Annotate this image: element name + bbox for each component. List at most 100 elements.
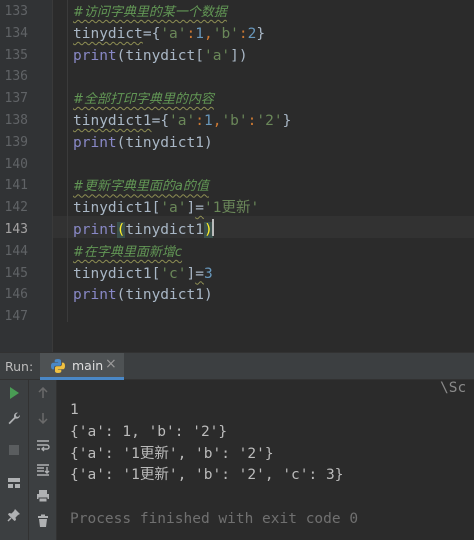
code-token: 'b' — [221, 113, 248, 129]
tab-main[interactable]: main × — [40, 353, 124, 380]
run-toolbar-left — [0, 380, 28, 540]
play-icon[interactable] — [4, 383, 24, 403]
code-token: [ — [195, 47, 204, 64]
code-token: 'b' — [212, 25, 239, 42]
layout-icon[interactable] — [4, 473, 24, 493]
arrow-down-icon[interactable] — [33, 408, 53, 428]
line-number: 139 — [4, 134, 28, 150]
code-line[interactable]: tinydict1['a']='1更新' — [73, 197, 259, 219]
code-token: 1 — [203, 113, 213, 129]
code-token: } — [256, 25, 266, 42]
code-token: 1 — [195, 25, 204, 42]
line-number: 141 — [4, 178, 28, 194]
console-output-line: 1 — [70, 402, 79, 418]
line-number: 143 — [4, 222, 28, 237]
code-token: #在字典里面新增c — [73, 244, 183, 260]
run-label: Run: — [5, 359, 34, 374]
code-token: tinydict — [73, 25, 143, 42]
code-token: #访问字典里的某一个数据 — [73, 5, 227, 20]
line-number: 144 — [4, 243, 28, 259]
wrench-icon[interactable] — [4, 408, 24, 428]
code-token: 'a' — [160, 25, 187, 42]
print-icon[interactable] — [33, 486, 53, 506]
code-token: } — [282, 113, 292, 129]
run-toolbar-right — [28, 380, 57, 540]
code-token: : — [186, 25, 196, 42]
run-tool-window-header: Run: main × — [0, 352, 474, 380]
code-line[interactable]: print(tinydict1) — [73, 284, 213, 306]
line-number: 135 — [4, 47, 28, 63]
code-token: ]) — [230, 47, 248, 64]
console-output-line: {'a': 1, 'b': '2'} — [70, 423, 228, 440]
scroll-to-end-icon[interactable] — [33, 460, 53, 480]
process-exit-message: Process finished with exit code 0 — [70, 511, 359, 527]
code-token: tinydict1 — [73, 113, 152, 129]
code-token: { — [151, 25, 161, 42]
code-token: [ — [151, 200, 161, 217]
code-token: tinydict1 — [125, 287, 204, 304]
code-editor[interactable]: 133 134 135 136 137 138 139 140 141 142 143 144 145 1… — [0, 0, 474, 352]
code-line[interactable]: #更新字典里面的a的值 — [73, 175, 209, 197]
trash-icon[interactable] — [33, 511, 53, 531]
code-token: tinydict — [125, 47, 196, 64]
console-output-line: {'a': '1更新', 'b': '2', 'c': 3} — [70, 467, 344, 484]
line-number: 134 — [4, 25, 28, 41]
code-token: = — [195, 200, 204, 217]
code-token: #更新字典里面的a的值 — [73, 179, 209, 195]
code-token: 'a' — [169, 113, 196, 129]
code-token: '2' — [256, 113, 283, 129]
python-icon — [51, 359, 65, 373]
code-line[interactable]: #在字典里面新增c — [73, 241, 182, 263]
code-token: print — [73, 47, 117, 64]
pin-icon[interactable] — [4, 505, 24, 525]
code-token: 3 — [203, 265, 213, 282]
code-token: print — [73, 287, 117, 304]
code-token: = — [142, 25, 152, 42]
code-token: = — [151, 113, 161, 129]
code-token: ] — [186, 265, 196, 282]
code-line[interactable]: #全部打印字典里的内容 — [73, 88, 214, 110]
line-number: 137 — [4, 91, 28, 107]
code-line[interactable]: print(tinydict1) — [73, 132, 213, 154]
code-token: ) — [203, 134, 213, 151]
code-line[interactable]: print(tinydict1) — [73, 219, 213, 241]
close-icon[interactable]: × — [105, 356, 117, 372]
line-number: 145 — [4, 265, 28, 281]
code-token: print — [73, 222, 117, 238]
line-number: 140 — [4, 156, 28, 172]
line-number: 133 — [4, 4, 28, 19]
code-token: , — [203, 25, 213, 42]
code-token: tinydict1 — [73, 200, 152, 217]
code-token: : — [238, 25, 248, 42]
code-token: { — [160, 113, 170, 129]
line-number: 147 — [4, 309, 28, 325]
console-output-line: {'a': '1更新', 'b': '2'} — [70, 445, 274, 462]
code-line[interactable]: print(tinydict['a']) — [73, 45, 248, 67]
code-line[interactable]: tinydict={'a':1,'b':2} — [73, 23, 265, 45]
code-line[interactable]: tinydict1['c']=3 — [73, 263, 213, 285]
line-number: 138 — [4, 113, 28, 128]
soft-wrap-icon[interactable] — [33, 435, 53, 455]
code-token: 'c' — [160, 265, 187, 282]
line-number: 136 — [4, 69, 28, 85]
tab-main-label: main — [72, 358, 104, 373]
code-token: '1更新' — [203, 200, 260, 217]
code-token: = — [195, 265, 204, 282]
arrow-up-icon[interactable] — [33, 383, 53, 403]
code-line[interactable]: #访问字典里的某一个数据 — [73, 1, 227, 23]
code-token: : — [195, 113, 204, 129]
code-token: ] — [186, 200, 196, 217]
code-token: print — [73, 134, 117, 151]
text-caret — [212, 219, 214, 236]
code-token: #全部打印字典里的内容 — [73, 92, 214, 108]
line-number: 146 — [4, 287, 28, 303]
code-token: 'a' — [160, 200, 187, 217]
gutter-separator — [52, 0, 53, 352]
code-token: ) — [203, 287, 213, 304]
stop-icon[interactable] — [4, 440, 24, 460]
code-token: 'a' — [203, 47, 231, 64]
code-token: tinydict1 — [125, 222, 204, 238]
line-number: 142 — [4, 200, 28, 216]
code-line[interactable]: tinydict1={'a':1,'b':'2'} — [73, 110, 291, 132]
code-token: tinydict1 — [73, 265, 152, 282]
